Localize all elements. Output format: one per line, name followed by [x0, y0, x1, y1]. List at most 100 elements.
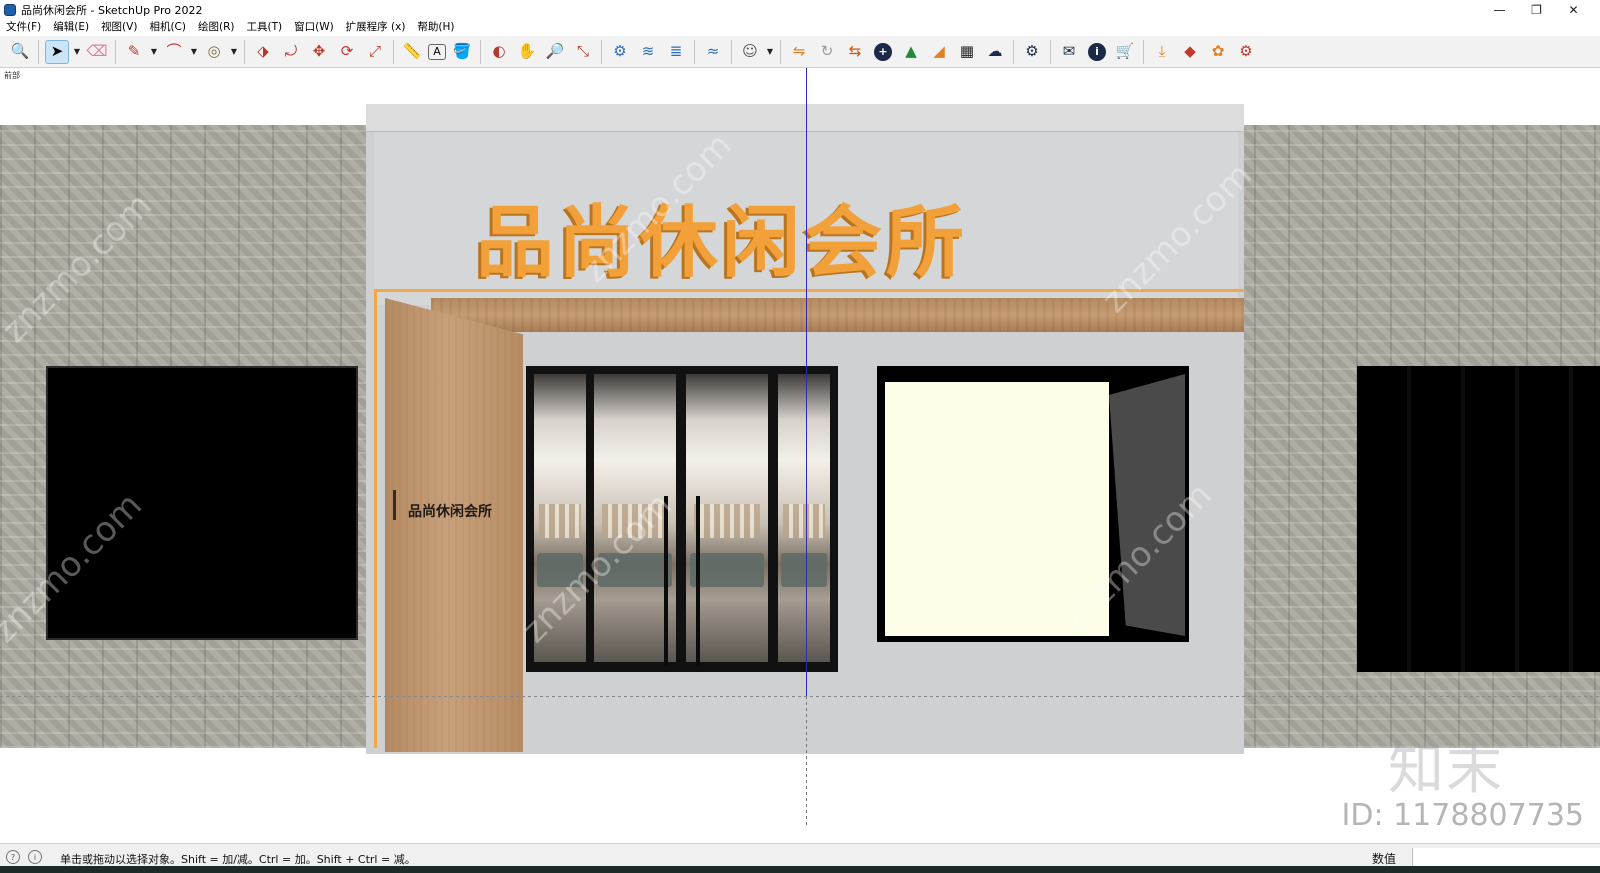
text-icon[interactable]: A: [428, 43, 446, 60]
export-icon[interactable]: ⇆: [843, 40, 867, 64]
sync-icon[interactable]: ↻: [815, 40, 839, 64]
chevron-down-icon[interactable]: ▼: [229, 40, 239, 64]
chevron-down-icon[interactable]: ▼: [189, 40, 199, 64]
model-viewport[interactable]: 前部 品尚休闲会所 品尚休闲会所 znzmo.com znzmo.com znz…: [0, 68, 1600, 843]
rotate-icon[interactable]: ⟳: [335, 40, 359, 64]
measurements-input[interactable]: [1412, 848, 1600, 866]
glass-door: [526, 366, 838, 672]
black-window-right: [1357, 366, 1600, 672]
gold-trim-vertical: [374, 289, 377, 748]
close-button[interactable]: ✕: [1555, 0, 1592, 19]
toolbar-separator: [480, 39, 481, 64]
tree-icon[interactable]: ▲: [899, 40, 923, 64]
info-icon[interactable]: i: [1085, 40, 1109, 64]
scene-tab[interactable]: 前部: [4, 70, 20, 81]
instructor-icon[interactable]: i: [28, 850, 42, 864]
cart-icon[interactable]: 🛒: [1113, 40, 1137, 64]
chevron-down-icon[interactable]: ▼: [149, 40, 159, 64]
minimize-button[interactable]: —: [1481, 0, 1518, 19]
zoom-icon[interactable]: 🔍: [8, 40, 32, 64]
styles-icon[interactable]: ≈: [701, 40, 725, 64]
ground-line: [0, 696, 1600, 697]
toolbar-separator: [1013, 39, 1014, 64]
wood-side-panel: [385, 298, 523, 752]
maximize-button[interactable]: ❐: [1518, 0, 1555, 19]
title-bar: 品尚休闲会所 - SketchUp Pro 2022 — ❐ ✕: [0, 0, 1600, 19]
menu-camera[interactable]: 相机(C): [143, 19, 192, 35]
menu-bar: 文件(F) 编辑(E) 视图(V) 相机(C) 绘图(R) 工具(T) 窗口(W…: [0, 19, 1600, 35]
select-icon[interactable]: ➤: [45, 39, 69, 64]
zoom-window-icon[interactable]: 🔎: [543, 40, 567, 64]
panel-sign-bar: [393, 490, 396, 520]
status-icons: ? i: [6, 850, 50, 864]
menu-extensions[interactable]: 扩展程序 (x): [340, 19, 412, 35]
plugin-icon-2[interactable]: ✿: [1206, 40, 1230, 64]
door-pane: [778, 374, 830, 662]
window-controls: — ❐ ✕: [1481, 0, 1592, 19]
door-pane: [534, 374, 586, 662]
sandbox-icon[interactable]: ≋: [636, 40, 660, 64]
watermark-id: ID: 1178807735: [1341, 798, 1584, 833]
panel-sign: 品尚休闲会所: [408, 504, 492, 520]
eraser-icon[interactable]: ⌫: [85, 40, 109, 64]
window-title: 品尚休闲会所 - SketchUp Pro 2022: [21, 3, 203, 17]
menu-edit[interactable]: 编辑(E): [47, 19, 95, 35]
arc-icon[interactable]: ⌒: [162, 40, 186, 64]
menu-window[interactable]: 窗口(W): [288, 19, 340, 35]
download-icon[interactable]: ⤓: [1150, 40, 1174, 64]
scale-icon[interactable]: ⤢: [363, 40, 387, 64]
plugin-settings-icon[interactable]: ⚙: [1234, 40, 1258, 64]
blue-axis-hidden: [806, 696, 807, 826]
toolbar-separator: [780, 39, 781, 64]
toolbar-separator: [393, 39, 394, 64]
plugin-icon[interactable]: ◆: [1178, 40, 1202, 64]
storefront-sign: 品尚休闲会所: [476, 197, 969, 288]
zoom-extents-icon[interactable]: ⤡: [571, 40, 595, 64]
terrain-icon[interactable]: ◢: [927, 40, 951, 64]
orbit-icon[interactable]: ◐: [487, 40, 511, 64]
shape-icon[interactable]: ◎: [202, 40, 226, 64]
taskbar-strip: [0, 866, 1600, 873]
sketchup-logo-icon: [4, 3, 16, 16]
gold-trim-horizontal: [374, 289, 1244, 292]
menu-help[interactable]: 帮助(H): [411, 19, 460, 35]
menu-draw[interactable]: 绘图(R): [192, 19, 241, 35]
follow-me-icon[interactable]: ⤾: [279, 40, 303, 64]
layers-icon[interactable]: ≣: [664, 40, 688, 64]
cloud-upload-icon[interactable]: ☁: [983, 40, 1007, 64]
toolbar-separator: [731, 39, 732, 64]
move-icon[interactable]: ✥: [307, 40, 331, 64]
toolbar-separator: [694, 39, 695, 64]
toolbar-separator: [244, 39, 245, 64]
door-handle: [664, 496, 668, 666]
add-icon[interactable]: +: [871, 40, 895, 64]
pencil-icon[interactable]: ✎: [122, 40, 146, 64]
geolocation-icon[interactable]: ?: [6, 850, 20, 864]
chevron-down-icon[interactable]: ▼: [72, 40, 82, 64]
push-pull-icon[interactable]: ⬗: [251, 40, 275, 64]
settings-icon[interactable]: ⚙: [1020, 40, 1044, 64]
pan-icon[interactable]: ✋: [515, 40, 539, 64]
components-icon[interactable]: ⚙: [608, 40, 632, 64]
toolbar-separator: [38, 39, 39, 64]
account-icon[interactable]: ☺: [738, 40, 762, 64]
facade-cap: [366, 104, 1244, 132]
menu-view[interactable]: 视图(V): [95, 19, 143, 35]
measurements-label: 数值: [1372, 852, 1397, 866]
watermark-logo: 知末: [1388, 737, 1504, 802]
mail-icon[interactable]: ✉: [1057, 40, 1081, 64]
toolbar-separator: [601, 39, 602, 64]
shop-window-glass: [885, 382, 1109, 636]
toolbar-separator: [1143, 39, 1144, 64]
menu-tools[interactable]: 工具(T): [240, 19, 288, 35]
status-message: 单击或拖动以选择对象。Shift = 加/减。Ctrl = 加。Shift + …: [60, 853, 416, 866]
add-icon-glyph: +: [874, 42, 892, 61]
tape-measure-icon[interactable]: 📏: [400, 40, 424, 64]
checker-icon[interactable]: ▦: [955, 40, 979, 64]
toolbar-separator: [115, 39, 116, 64]
extension-warehouse-icon[interactable]: ⇋: [787, 40, 811, 64]
paint-bucket-icon[interactable]: 🪣: [450, 40, 474, 64]
chevron-down-icon[interactable]: ▼: [765, 40, 775, 64]
menu-file[interactable]: 文件(F): [0, 19, 47, 35]
info-icon-glyph: i: [1088, 42, 1106, 61]
